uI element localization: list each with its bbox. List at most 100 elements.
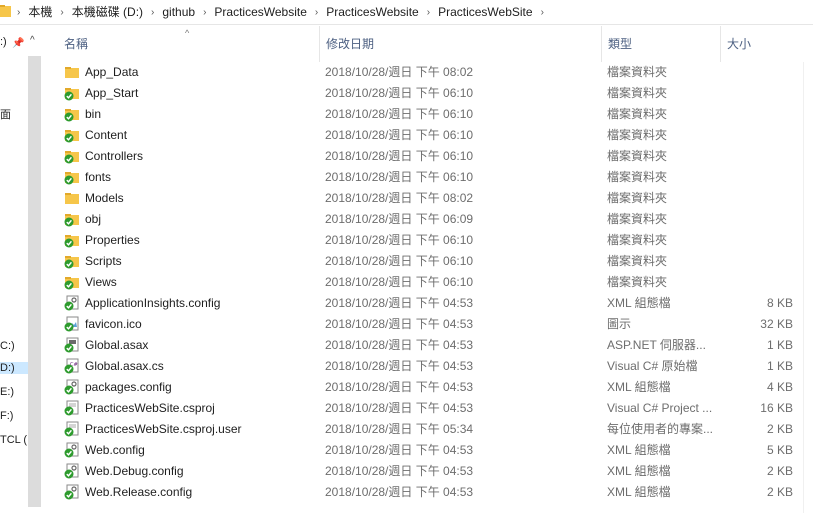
pin-icon[interactable]: 📌: [12, 38, 24, 49]
table-row[interactable]: Controllers 2018/10/28/週日 下午 06:10 檔案資料夾: [44, 146, 813, 167]
file-date: 2018/10/28/週日 下午 06:10: [325, 86, 474, 100]
table-row[interactable]: Content 2018/10/28/週日 下午 06:10 檔案資料夾: [44, 125, 813, 146]
file-icon: C#: [64, 358, 80, 374]
table-row[interactable]: Web.config 2018/10/28/週日 下午 04:53 XML 組態檔 5…: [44, 440, 813, 461]
file-type: XML 組態檔: [607, 296, 671, 310]
nav-item[interactable]: TCL (: [0, 434, 27, 446]
file-date: 2018/10/28/週日 下午 04:53: [325, 317, 474, 331]
header-name[interactable]: 名稱: [44, 26, 88, 62]
breadcrumb-separator-icon[interactable]: ›: [14, 0, 23, 25]
file-size: 5 KB: [766, 443, 793, 457]
folder-icon: [64, 148, 80, 164]
table-row[interactable]: C# Global.asax.cs 2018/10/28/週日 下午 04:53 Vi…: [44, 356, 813, 377]
file-icon: [64, 463, 80, 479]
breadcrumb-item[interactable]: 本機: [23, 0, 57, 25]
table-row[interactable]: packages.config 2018/10/28/週日 下午 04:53 XML…: [44, 377, 813, 398]
nav-item[interactable]: 面: [0, 106, 11, 122]
file-size: 32 KB: [760, 317, 793, 331]
file-type: XML 組態檔: [607, 464, 671, 478]
file-date: 2018/10/28/週日 下午 06:09: [325, 212, 474, 226]
file-type: 檔案資料夾: [607, 233, 668, 247]
file-type: 每位使用者的專案...: [607, 422, 714, 436]
navigation-pane[interactable]: 📌 :) 面 C:) D:) E:) F:) TCL (: [0, 26, 28, 513]
table-row[interactable]: Views 2018/10/28/週日 下午 06:10 檔案資料夾: [44, 272, 813, 293]
file-type: 檔案資料夾: [607, 86, 668, 100]
header-size[interactable]: 大小: [720, 26, 751, 62]
table-row[interactable]: fonts 2018/10/28/週日 下午 06:10 檔案資料夾: [44, 167, 813, 188]
table-row[interactable]: App_Start 2018/10/28/週日 下午 06:10 檔案資料夾: [44, 83, 813, 104]
nav-item[interactable]: :): [0, 36, 7, 48]
file-date: 2018/10/28/週日 下午 05:34: [325, 422, 474, 436]
column-divider: [803, 62, 804, 513]
file-name: Content: [85, 128, 128, 142]
folder-icon: [0, 5, 11, 17]
table-row[interactable]: App_Data 2018/10/28/週日 下午 08:02 檔案資料夾: [44, 62, 813, 83]
breadcrumb-item[interactable]: github: [157, 0, 200, 25]
header-type[interactable]: 類型: [601, 26, 632, 62]
nav-item[interactable]: C:): [0, 340, 15, 352]
file-date: 2018/10/28/週日 下午 04:53: [325, 359, 474, 373]
nav-item[interactable]: D:): [0, 362, 28, 374]
header-date[interactable]: 修改日期: [319, 26, 374, 62]
table-row[interactable]: obj 2018/10/28/週日 下午 06:09 檔案資料夾: [44, 209, 813, 230]
file-type: 圖示: [607, 317, 632, 331]
breadcrumb-separator-icon[interactable]: ›: [424, 0, 433, 25]
file-name: packages.config: [85, 380, 172, 394]
file-name: Properties: [85, 233, 140, 247]
table-row[interactable]: PracticesWebSite.csproj 2018/10/28/週日 下午 …: [44, 398, 813, 419]
nav-item[interactable]: F:): [0, 410, 13, 422]
folder-icon: [64, 274, 80, 290]
file-date: 2018/10/28/週日 下午 06:10: [325, 107, 474, 121]
breadcrumb-item[interactable]: PracticesWebSite: [433, 0, 537, 25]
file-name: Global.asax.cs: [85, 359, 164, 373]
breadcrumb-separator-icon[interactable]: ›: [57, 0, 66, 25]
breadcrumb-separator-icon[interactable]: ›: [312, 0, 321, 25]
table-row[interactable]: Web.Release.config 2018/10/28/週日 下午 04:53…: [44, 482, 813, 503]
folder-icon: [64, 64, 80, 80]
file-type: 檔案資料夾: [607, 107, 668, 121]
scroll-up-icon[interactable]: ^: [30, 35, 35, 46]
folder-icon: [64, 190, 80, 206]
table-row[interactable]: ApplicationInsights.config 2018/10/28/週日 …: [44, 293, 813, 314]
file-size: 1 KB: [766, 338, 793, 352]
address-bar[interactable]: › 本機 › 本機磁碟 (D:) › github › PracticesWebsite › Pr…: [0, 0, 813, 25]
breadcrumb-separator-icon[interactable]: ›: [148, 0, 157, 25]
breadcrumb-separator-icon[interactable]: ›: [538, 0, 547, 25]
file-name: obj: [85, 212, 102, 226]
table-row[interactable]: Scripts 2018/10/28/週日 下午 06:10 檔案資料夾: [44, 251, 813, 272]
file-date: 2018/10/28/週日 下午 04:53: [325, 443, 474, 457]
file-icon: [64, 379, 80, 395]
table-row[interactable]: Models 2018/10/28/週日 下午 08:02 檔案資料夾: [44, 188, 813, 209]
file-name: Web.config: [85, 443, 145, 457]
table-row[interactable]: Properties 2018/10/28/週日 下午 06:10 檔案資料夾: [44, 230, 813, 251]
table-row[interactable]: PracticesWebSite.csproj.user 2018/10/28/週…: [44, 419, 813, 440]
file-size: 16 KB: [760, 401, 793, 415]
breadcrumb-separator-icon[interactable]: ›: [200, 0, 209, 25]
file-icon: [64, 316, 80, 332]
folder-icon: [64, 106, 80, 122]
file-type: 檔案資料夾: [607, 212, 668, 226]
file-type: XML 組態檔: [607, 443, 671, 457]
file-date: 2018/10/28/週日 下午 04:53: [325, 338, 474, 352]
table-row[interactable]: bin 2018/10/28/週日 下午 06:10 檔案資料夾: [44, 104, 813, 125]
file-icon: [64, 484, 80, 500]
table-row[interactable]: Web.Debug.config 2018/10/28/週日 下午 04:53 XM…: [44, 461, 813, 482]
breadcrumb-item[interactable]: PracticesWebsite: [209, 0, 311, 25]
file-icon: [64, 442, 80, 458]
file-size: 4 KB: [766, 380, 793, 394]
file-date: 2018/10/28/週日 下午 04:53: [325, 485, 474, 499]
file-date: 2018/10/28/週日 下午 08:02: [325, 65, 474, 79]
file-icon: [64, 421, 80, 437]
breadcrumb-item[interactable]: PracticesWebsite: [321, 0, 423, 25]
file-size: 2 KB: [766, 485, 793, 499]
file-name: Web.Debug.config: [85, 464, 184, 478]
breadcrumb-item[interactable]: 本機磁碟 (D:): [67, 0, 148, 25]
table-row[interactable]: Global.asax 2018/10/28/週日 下午 04:53 ASP.NET…: [44, 335, 813, 356]
file-icon: [64, 400, 80, 416]
table-row[interactable]: favicon.ico 2018/10/28/週日 下午 04:53 圖示 32 KB: [44, 314, 813, 335]
column-header: 名稱 ^ 修改日期 類型 大小: [44, 26, 813, 62]
file-date: 2018/10/28/週日 下午 04:53: [325, 296, 474, 310]
nav-item[interactable]: E:): [0, 386, 14, 398]
file-name: Web.Release.config: [85, 485, 193, 499]
nav-scrollbar[interactable]: [28, 56, 41, 507]
